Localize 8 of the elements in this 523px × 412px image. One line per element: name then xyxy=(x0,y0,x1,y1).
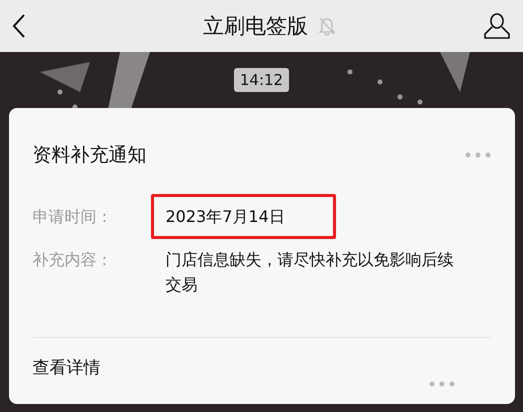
field-label: 补充内容： xyxy=(32,249,114,271)
message-timestamp: 14:12 xyxy=(234,68,290,92)
highlighted-field-value: 2023年7月14日 xyxy=(150,194,336,239)
field-value: 门店信息缺失，请尽快补充以免影响后续交易 xyxy=(166,249,454,296)
chat-title: 立刷电签版 xyxy=(203,13,308,40)
card-title: 资料补充通知 xyxy=(32,143,146,168)
field-label: 申请时间： xyxy=(32,206,114,228)
view-details-link[interactable]: 查看详情 xyxy=(32,356,100,379)
